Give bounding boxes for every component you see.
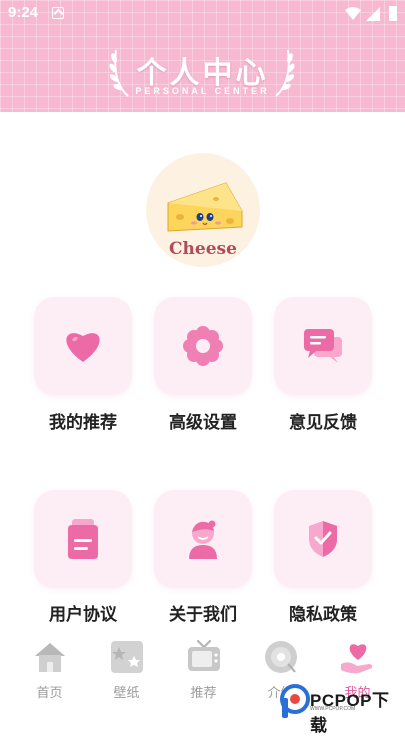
header: 9:24 个人中心 PERSONAL CENTER bbox=[0, 0, 405, 112]
nav-label-home: 首页 bbox=[36, 686, 63, 701]
watermark: PCPOP下载 WWW.PCPOP.COM bbox=[278, 682, 405, 735]
nav-home[interactable]: 首页 bbox=[9, 630, 90, 710]
avatar[interactable]: Cheese bbox=[146, 153, 260, 267]
tile-advanced-settings[interactable] bbox=[154, 297, 252, 395]
watermark-sub: WWW.PCPOP.COM bbox=[310, 706, 356, 712]
hand-heart-icon bbox=[341, 644, 373, 674]
tile-about-us[interactable] bbox=[154, 490, 252, 588]
status-bar: 9:24 bbox=[0, 0, 405, 28]
tile-user-agreement[interactable] bbox=[34, 490, 132, 588]
chat-bubble-icon bbox=[304, 329, 342, 363]
battery-icon bbox=[389, 6, 397, 21]
tile-label-my-recommend: 我的推荐 bbox=[49, 413, 117, 433]
nav-wallpaper[interactable]: 壁纸 bbox=[86, 630, 167, 710]
signal-icon bbox=[366, 7, 380, 21]
tile-label-about-us: 关于我们 bbox=[169, 605, 237, 625]
tile-label-privacy-policy: 隐私政策 bbox=[289, 605, 357, 625]
shield-check-icon bbox=[309, 521, 337, 557]
tile-label-feedback: 意见反馈 bbox=[289, 413, 357, 433]
tile-my-recommend[interactable] bbox=[34, 297, 132, 395]
tile-feedback[interactable] bbox=[274, 297, 372, 395]
tile-label-user-agreement: 用户协议 bbox=[49, 605, 117, 625]
tile-privacy-policy[interactable] bbox=[274, 490, 372, 588]
status-time: 9:24 bbox=[8, 4, 39, 21]
nav-recommend[interactable]: 推荐 bbox=[163, 630, 244, 710]
page-subtitle: PERSONAL CENTER bbox=[135, 86, 270, 96]
person-icon bbox=[189, 520, 217, 559]
flower-gear-icon bbox=[183, 326, 223, 366]
disc-icon bbox=[265, 641, 297, 673]
wallpaper-icon bbox=[111, 641, 143, 673]
avatar-name: Cheese bbox=[169, 239, 237, 259]
nav-label-wallpaper: 壁纸 bbox=[113, 686, 140, 701]
wifi-icon bbox=[345, 7, 361, 20]
tile-label-advanced-settings: 高级设置 bbox=[169, 413, 237, 433]
nav-label-recommend: 推荐 bbox=[190, 686, 217, 701]
document-icon bbox=[68, 519, 98, 559]
notification-icon bbox=[52, 7, 64, 19]
pcpop-logo-icon bbox=[280, 684, 310, 718]
heart-icon bbox=[66, 333, 100, 362]
tv-icon bbox=[188, 639, 220, 671]
home-icon bbox=[35, 643, 65, 672]
